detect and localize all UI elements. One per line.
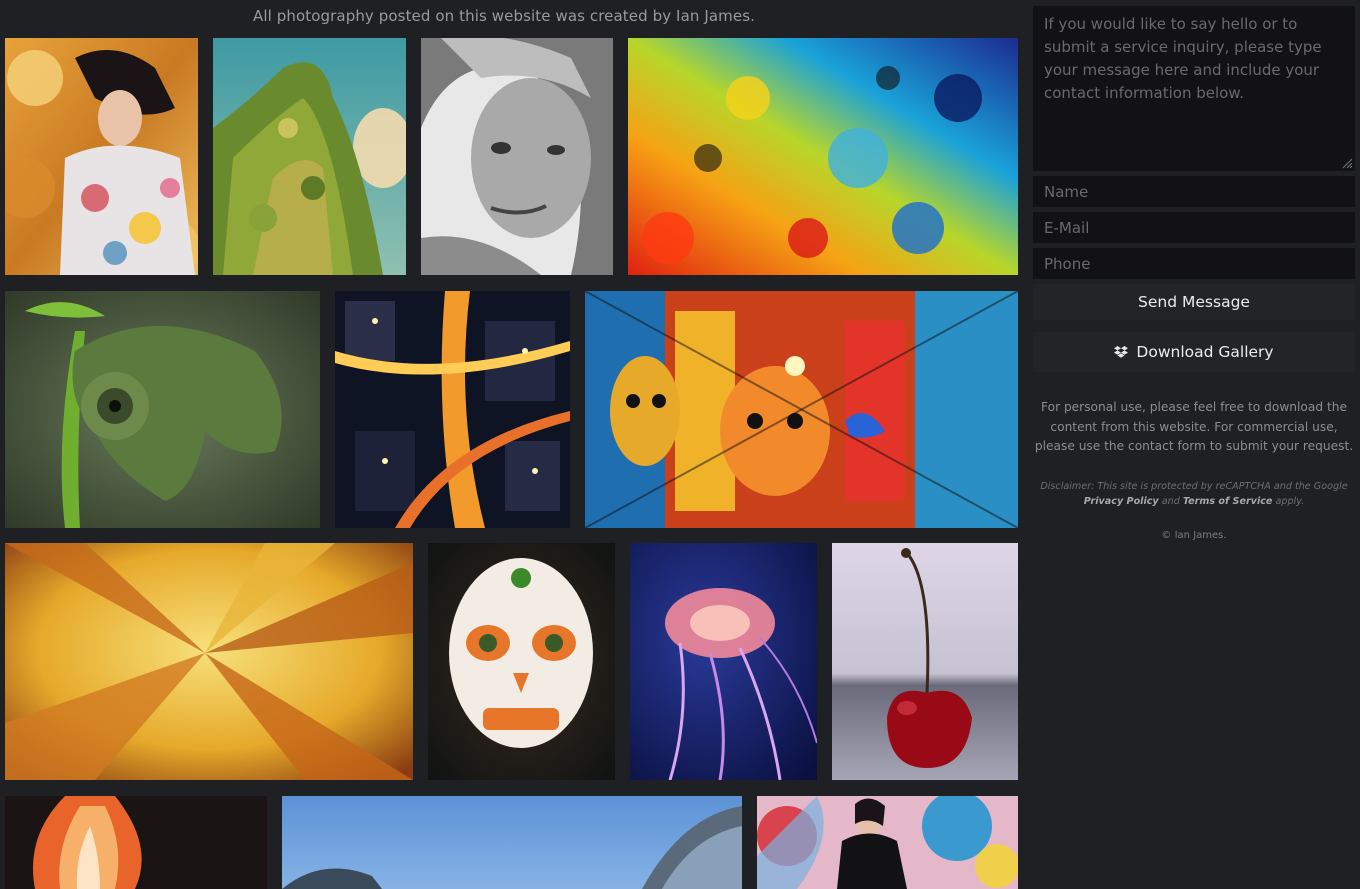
- photo-dome-sky-image: [282, 796, 742, 889]
- disclaimer-middle: and: [1158, 495, 1183, 507]
- photo-plant-tower[interactable]: [213, 38, 406, 275]
- photo-dome-sky[interactable]: [282, 796, 742, 889]
- photo-sugar-skull-image: [428, 543, 615, 780]
- photo-fire[interactable]: [5, 796, 267, 889]
- contact-form: Send Message: [1033, 6, 1355, 320]
- disclaimer-suffix: apply.: [1272, 495, 1305, 507]
- phone-field[interactable]: [1033, 248, 1355, 279]
- name-field[interactable]: [1033, 176, 1355, 207]
- contact-sidebar: Send Message Download Gallery For person…: [1033, 6, 1355, 541]
- photo-stained-glass-mural[interactable]: [585, 291, 1018, 528]
- photo-stained-glass-mural-image: [585, 291, 1018, 528]
- photo-cherry[interactable]: [832, 543, 1018, 780]
- photo-city-night[interactable]: [335, 291, 570, 528]
- terms-of-service-link[interactable]: Terms of Service: [1183, 496, 1273, 507]
- photo-fractal-architecture-image: [5, 543, 413, 780]
- email-field[interactable]: [1033, 212, 1355, 243]
- message-field[interactable]: [1033, 6, 1355, 171]
- photo-city-night-image: [335, 291, 570, 528]
- privacy-policy-link[interactable]: Privacy Policy: [1084, 496, 1159, 507]
- photo-gallery: All photography posted on this website w…: [0, 0, 1024, 889]
- photo-graffiti-woman-image: [757, 796, 1018, 889]
- photo-jellyfish[interactable]: [630, 543, 817, 780]
- recaptcha-disclaimer: Disclaimer: This site is protected by re…: [1033, 479, 1355, 509]
- photo-fire-image: [5, 796, 267, 889]
- photo-chameleon[interactable]: [5, 291, 320, 528]
- download-gallery-button[interactable]: Download Gallery: [1033, 332, 1355, 372]
- textarea-resize-handle[interactable]: [1342, 158, 1353, 169]
- send-message-button[interactable]: Send Message: [1033, 284, 1355, 320]
- photo-woman-floral-image: [5, 38, 198, 275]
- photo-chameleon-image: [5, 291, 320, 528]
- photo-paint-splatter-image: [628, 38, 1018, 275]
- photo-freckled-woman[interactable]: [421, 38, 613, 275]
- photo-graffiti-woman[interactable]: [757, 796, 1018, 889]
- send-message-label: Send Message: [1138, 293, 1250, 311]
- gallery-caption: All photography posted on this website w…: [252, 7, 755, 25]
- photo-paint-splatter[interactable]: [628, 38, 1018, 275]
- photo-woman-floral[interactable]: [5, 38, 198, 275]
- photo-jellyfish-image: [630, 543, 817, 780]
- disclaimer-prefix: Disclaimer: This site is protected by re…: [1040, 480, 1348, 492]
- photo-cherry-image: [832, 543, 1018, 780]
- usage-info-text: For personal use, please feel free to do…: [1034, 400, 1354, 453]
- page: All photography posted on this website w…: [0, 0, 1360, 889]
- photo-plant-tower-image: [213, 38, 406, 275]
- photo-fractal-architecture[interactable]: [5, 543, 413, 780]
- photo-freckled-woman-image: [421, 38, 613, 275]
- download-gallery-label: Download Gallery: [1136, 343, 1274, 361]
- dropbox-icon: [1114, 346, 1129, 358]
- photo-sugar-skull[interactable]: [428, 543, 615, 780]
- copyright-notice: © Ian James.: [1161, 529, 1227, 541]
